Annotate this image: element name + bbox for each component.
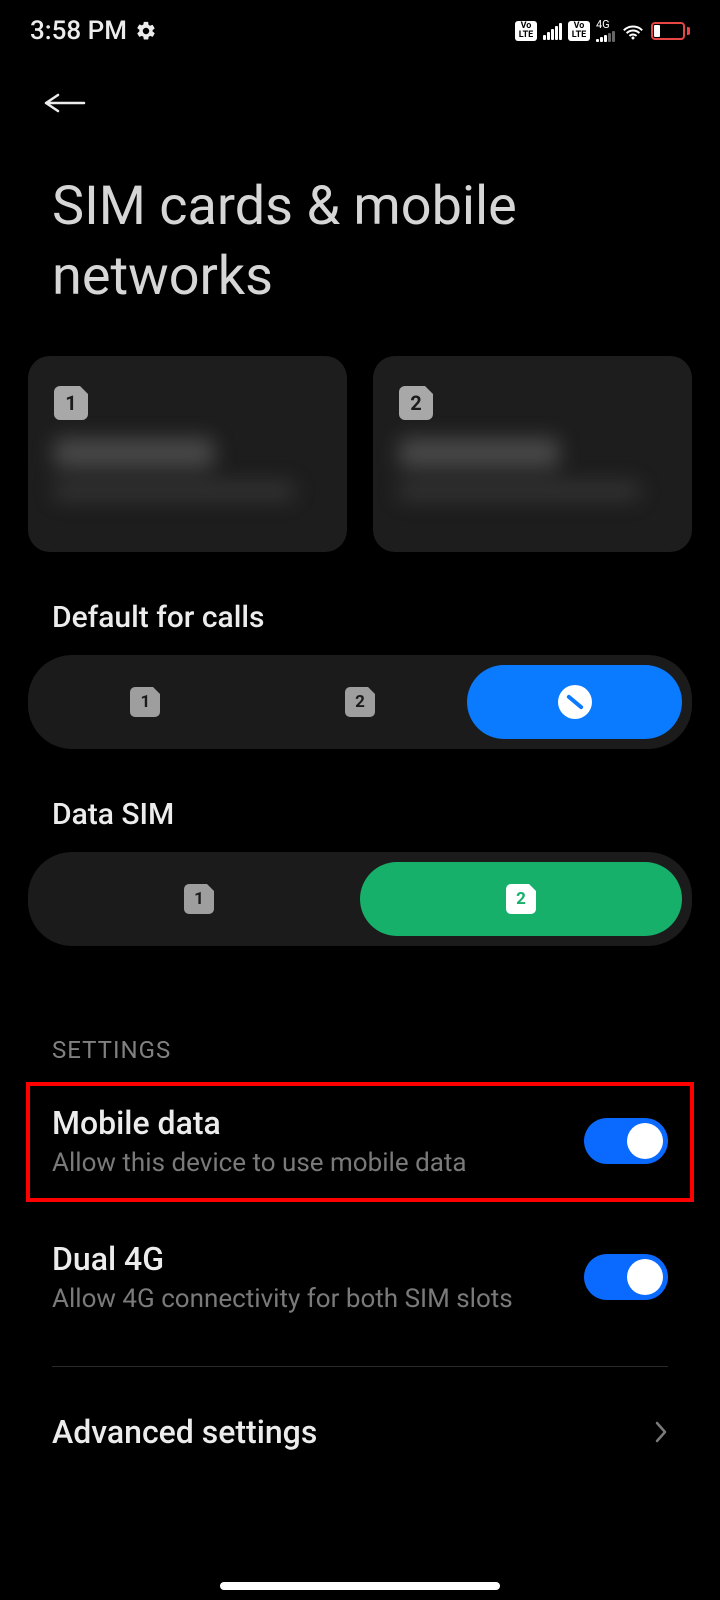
sim-card-2[interactable]: 2 xyxy=(373,356,692,552)
not-set-icon xyxy=(558,685,592,719)
default-calls-label: Default for calls xyxy=(0,552,720,655)
data-option-sim2[interactable]: 2 xyxy=(360,862,682,936)
sim-card-1[interactable]: 1 xyxy=(28,356,347,552)
advanced-settings-row[interactable]: Advanced settings xyxy=(0,1377,720,1451)
wifi-icon xyxy=(621,21,645,41)
gear-icon xyxy=(135,20,157,42)
battery-level: 15 xyxy=(662,25,675,38)
data-sim-segment: 1 2 xyxy=(28,852,692,946)
back-button[interactable] xyxy=(44,88,92,118)
settings-heading: SETTINGS xyxy=(0,946,720,1070)
sim-card-1-details-blurred xyxy=(54,438,321,534)
dual-4g-toggle[interactable] xyxy=(584,1254,668,1300)
home-indicator[interactable] xyxy=(220,1582,500,1590)
sim-icon-1b: 1 xyxy=(184,884,214,914)
signal-bars-1 xyxy=(543,22,562,40)
status-right: VoLTE VoLTE 4G 15 xyxy=(515,20,690,42)
sim-chip-icon-2: 2 xyxy=(399,386,433,420)
sim-card-2-details-blurred xyxy=(399,438,666,534)
status-time: 3:58 PM xyxy=(30,16,127,46)
calls-option-sim2[interactable]: 2 xyxy=(253,665,468,739)
default-calls-segment: 1 2 xyxy=(28,655,692,749)
sim-icon-1: 1 xyxy=(130,687,160,717)
calls-option-ask[interactable] xyxy=(467,665,682,739)
calls-option-sim1[interactable]: 1 xyxy=(38,665,253,739)
network-label: 4G xyxy=(596,20,610,30)
mobile-data-title: Mobile data xyxy=(52,1104,467,1142)
divider xyxy=(52,1366,668,1367)
status-bar: 3:58 PM VoLTE VoLTE 4G 15 xyxy=(0,0,720,58)
volte-badge-2: VoLTE xyxy=(568,21,590,41)
page-title: SIM cards & mobile networks xyxy=(0,122,720,342)
battery-indicator: 15 xyxy=(651,22,690,40)
dual-4g-row[interactable]: Dual 4G Allow 4G connectivity for both S… xyxy=(0,1206,720,1340)
mobile-data-row[interactable]: Mobile data Allow this device to use mob… xyxy=(28,1084,692,1200)
signal-bars-2 xyxy=(596,30,615,42)
volte-badge-1: VoLTE xyxy=(515,21,537,41)
dual-4g-title: Dual 4G xyxy=(52,1240,513,1278)
dual-4g-subtitle: Allow 4G connectivity for both SIM slots xyxy=(52,1284,513,1314)
data-sim-label: Data SIM xyxy=(0,749,720,852)
mobile-data-toggle[interactable] xyxy=(584,1118,668,1164)
sim-icon-2b: 2 xyxy=(506,884,536,914)
mobile-data-subtitle: Allow this device to use mobile data xyxy=(52,1148,467,1178)
sim-cards-row: 1 2 xyxy=(0,342,720,552)
dual-4g-text: Dual 4G Allow 4G connectivity for both S… xyxy=(52,1240,513,1314)
mobile-data-text: Mobile data Allow this device to use mob… xyxy=(52,1104,467,1178)
chevron-right-icon xyxy=(654,1420,668,1444)
sim-chip-icon-1: 1 xyxy=(54,386,88,420)
sim-icon-2: 2 xyxy=(345,687,375,717)
data-option-sim1[interactable]: 1 xyxy=(38,862,360,936)
status-left: 3:58 PM xyxy=(30,16,157,46)
advanced-settings-title: Advanced settings xyxy=(52,1413,317,1451)
